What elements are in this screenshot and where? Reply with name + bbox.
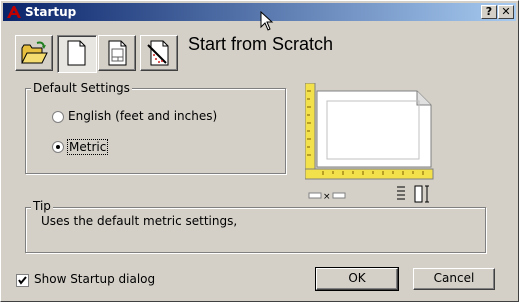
blank-page-icon xyxy=(67,40,86,66)
start-from-scratch-button[interactable] xyxy=(57,35,97,73)
window-title: Startup xyxy=(25,5,77,19)
default-settings-legend: Default Settings xyxy=(31,81,132,95)
close-button[interactable]: ✕ xyxy=(498,5,514,19)
page-title: Start from Scratch xyxy=(188,34,334,54)
metric-radio[interactable] xyxy=(52,141,64,153)
show-startup-label[interactable]: Show Startup dialog xyxy=(34,272,155,286)
checkmark-icon xyxy=(18,276,27,285)
folder-open-icon xyxy=(21,41,48,64)
template-page-icon xyxy=(108,40,127,66)
open-drawing-button[interactable] xyxy=(15,35,53,71)
tip-text: Uses the default metric settings, xyxy=(41,214,238,228)
english-label[interactable]: English (feet and inches) xyxy=(68,109,217,123)
ok-button[interactable]: OK xyxy=(315,267,399,291)
default-settings-group xyxy=(25,88,286,174)
use-wizard-button[interactable] xyxy=(140,35,178,71)
cancel-button[interactable]: Cancel xyxy=(413,268,495,290)
tip-legend: Tip xyxy=(31,199,53,213)
metric-label[interactable]: Metric xyxy=(67,139,109,155)
startup-dialog: Startup ? ✕ Start from Scratch Default S… xyxy=(0,0,519,302)
use-template-button[interactable] xyxy=(98,35,136,71)
dimension-separator: × xyxy=(323,192,331,202)
english-radio[interactable] xyxy=(52,111,64,123)
show-startup-checkbox[interactable] xyxy=(16,274,29,287)
sheet-preview: × xyxy=(305,83,434,203)
autocad-app-icon xyxy=(7,6,21,18)
wizard-page-icon xyxy=(147,40,169,66)
mouse-cursor-icon xyxy=(260,11,274,31)
help-button[interactable]: ? xyxy=(481,5,497,19)
